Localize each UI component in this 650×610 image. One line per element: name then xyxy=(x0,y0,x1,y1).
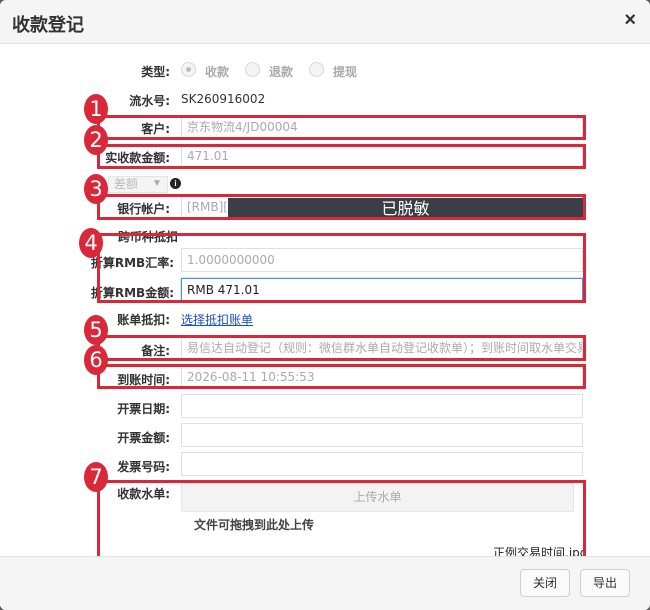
annotation-badge-2: 2 xyxy=(84,125,108,155)
annotation-badge-4: 4 xyxy=(79,228,103,258)
invoice-amount-input[interactable] xyxy=(181,423,583,447)
invoice-number-input[interactable] xyxy=(181,452,583,476)
annotation-box-amount xyxy=(97,144,586,169)
chevron-down-icon[interactable]: ▼ xyxy=(152,178,162,189)
annotation-box-receipt xyxy=(97,480,586,560)
close-button[interactable]: 关闭 xyxy=(520,569,570,597)
info-icon[interactable]: i xyxy=(170,178,181,189)
radio-receive-label[interactable]: 收款 xyxy=(205,63,229,80)
annotation-badge-7: 7 xyxy=(84,462,108,492)
annotation-badge-6: 6 xyxy=(84,345,108,375)
annotation-box-customer xyxy=(97,115,586,140)
dialog-body: 类型: 收款 退款 提现 流水号: SK260916002 客户: 京东物流4/… xyxy=(0,44,650,560)
annotation-badge-5: 5 xyxy=(84,315,108,345)
dialog-titlebar: 收款登记 × xyxy=(0,0,650,44)
annotation-box-arrival xyxy=(97,364,586,389)
collection-register-dialog: 收款登记 × 类型: 收款 退款 提现 流水号: SK260916002 客户:… xyxy=(0,0,650,610)
type-label: 类型: xyxy=(141,65,170,79)
invoice-date-input[interactable] xyxy=(181,394,583,418)
select-offset-bill-link[interactable]: 选择抵扣账单 xyxy=(181,311,253,328)
radio-refund-label[interactable]: 退款 xyxy=(269,63,293,80)
annotation-badge-3: 3 xyxy=(84,174,108,204)
annotation-box-bank xyxy=(97,194,586,220)
close-icon[interactable]: × xyxy=(624,10,636,30)
radio-receive[interactable] xyxy=(181,62,196,77)
annotation-box-remark xyxy=(97,335,586,361)
export-button[interactable]: 导出 xyxy=(580,569,630,597)
radio-withdraw[interactable] xyxy=(309,62,324,77)
invoice-date-label: 开票日期: xyxy=(117,402,170,416)
annotation-badge-1: 1 xyxy=(84,94,108,124)
radio-refund[interactable] xyxy=(245,62,260,77)
dialog-title: 收款登记 xyxy=(12,15,84,36)
invoice-amount-label: 开票金额: xyxy=(117,431,170,445)
dialog-footer: 关闭 导出 xyxy=(0,556,650,610)
radio-withdraw-label[interactable]: 提现 xyxy=(333,63,357,80)
serial-value: SK260916002 xyxy=(181,92,266,106)
annotation-box-cross-currency xyxy=(97,233,586,303)
